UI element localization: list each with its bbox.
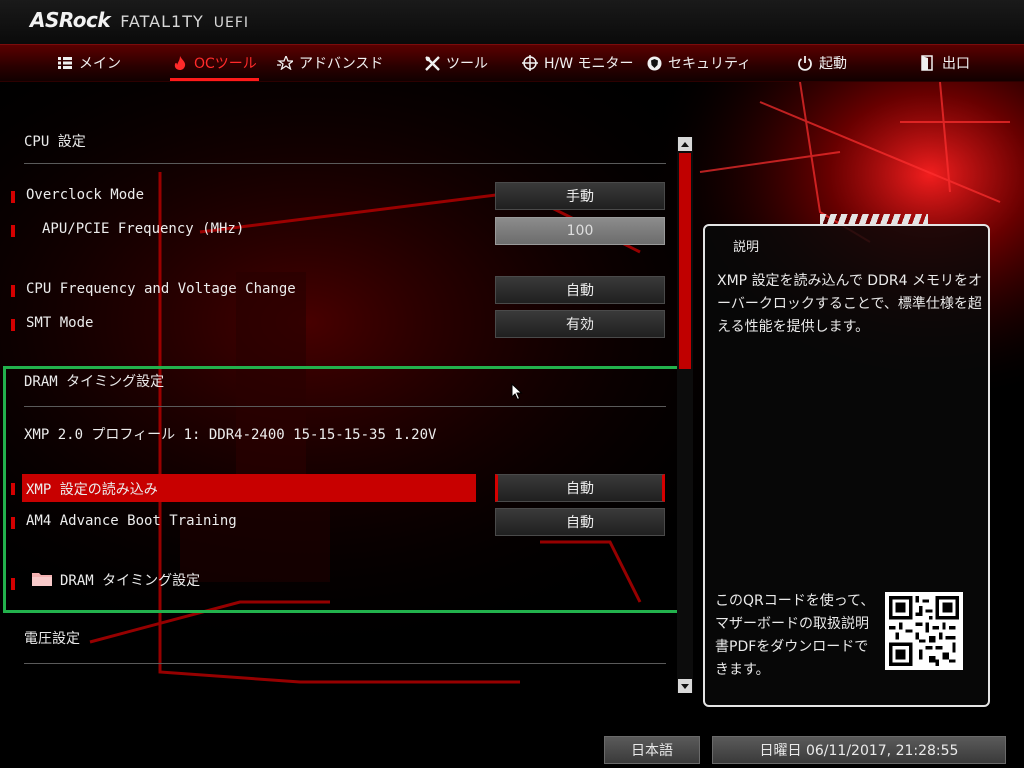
tab-boot[interactable]: 起動 — [797, 45, 847, 81]
tab-label: 起動 — [819, 56, 847, 72]
triangle-down-icon — [681, 683, 689, 689]
divider — [24, 663, 666, 664]
scroll-down-button[interactable] — [678, 679, 692, 693]
tab-tool[interactable]: ツール — [424, 45, 488, 81]
overclock-mode-label[interactable]: Overclock Mode — [26, 187, 144, 203]
logo-uefi: UEFI — [213, 15, 250, 31]
row-marker — [11, 578, 15, 590]
tab-advanced[interactable]: アドバンスド — [277, 45, 383, 81]
top-bar: ASRock FATAL1TY UEFI — [0, 0, 1024, 44]
divider — [24, 406, 666, 407]
help-panel: 説明 XMP 設定を読み込んで DDR4 メモリをオーバークロックすることで、標… — [703, 224, 990, 707]
tools-icon — [424, 55, 440, 71]
tab-security[interactable]: セキュリティ — [646, 45, 751, 81]
smt-mode-label[interactable]: SMT Mode — [26, 315, 93, 331]
language-button[interactable]: 日本語 — [604, 736, 700, 764]
smt-mode-value[interactable]: 有効 — [495, 310, 665, 338]
row-marker — [11, 319, 15, 331]
tab-label: アドバンスド — [299, 56, 384, 72]
tab-label: メイン — [79, 56, 121, 72]
row-marker — [11, 483, 15, 495]
tab-label: OCツール — [194, 56, 257, 72]
main-navigation: メイン OCツール アドバンスド ツール H/W モニター セキュリティ 起動 … — [0, 44, 1024, 82]
flame-icon — [172, 55, 188, 71]
row-marker — [11, 517, 15, 529]
triangle-up-icon — [681, 141, 689, 147]
tab-label: セキュリティ — [668, 56, 752, 72]
qr-code-icon — [889, 596, 959, 666]
date-time-display: 日曜日 06/11/2017, 21:28:55 — [712, 736, 1006, 764]
tab-main[interactable]: メイン — [57, 45, 121, 81]
am4-boot-training-label[interactable]: AM4 Advance Boot Training — [26, 513, 237, 529]
help-description: XMP 設定を読み込んで DDR4 メモリをオーバークロックすることで、標準仕様… — [717, 273, 982, 335]
voltage-section-title: 電圧設定 — [24, 631, 80, 647]
qr-code[interactable] — [885, 592, 963, 670]
cpu-section-title: CPU 設定 — [24, 134, 86, 150]
qr-description: このQRコードを使って、マザーボードの取扱説明書PDFをダウンロードできます。 — [715, 593, 875, 678]
brand-logo: ASRock FATAL1TY UEFI — [30, 8, 249, 36]
shield-icon — [646, 55, 662, 71]
overclock-mode-value[interactable]: 手動 — [495, 182, 665, 210]
help-panel-decoration — [820, 214, 928, 224]
tab-label: 出口 — [942, 56, 970, 72]
list-icon — [57, 55, 73, 71]
mouse-cursor-icon — [511, 383, 523, 401]
load-xmp-setting-value[interactable]: 自動 — [495, 474, 665, 502]
row-marker — [11, 191, 15, 203]
load-xmp-setting-label[interactable]: XMP 設定の読み込み — [26, 479, 158, 499]
dram-section-title: DRAM タイミング設定 — [24, 374, 165, 390]
tab-oc-tweaker[interactable]: OCツール — [170, 45, 259, 81]
am4-boot-training-value[interactable]: 自動 — [495, 508, 665, 536]
star-icon — [277, 55, 293, 71]
apu-pcie-frequency-label[interactable]: APU/PCIE Frequency (MHz) — [42, 221, 244, 237]
tab-exit[interactable]: 出口 — [920, 45, 970, 81]
cpu-frequency-voltage-value[interactable]: 自動 — [495, 276, 665, 304]
scrollbar[interactable] — [677, 137, 693, 693]
xmp-profile-info: XMP 2.0 プロフィール 1: DDR4-2400 15-15-15-35 … — [24, 427, 437, 443]
scrollbar-thumb[interactable] — [679, 153, 691, 369]
logo-product-line: FATAL1TY — [120, 12, 204, 31]
cpu-frequency-voltage-label[interactable]: CPU Frequency and Voltage Change — [26, 281, 296, 297]
tab-hw-monitor[interactable]: H/W モニター — [522, 45, 634, 81]
dram-timing-submenu[interactable]: DRAM タイミング設定 — [60, 570, 200, 590]
help-title: 説明 — [733, 240, 760, 255]
tab-label: H/W モニター — [544, 56, 634, 72]
row-marker — [11, 285, 15, 297]
scroll-up-button[interactable] — [678, 137, 692, 151]
tab-label: ツール — [446, 56, 488, 72]
crosshair-icon — [522, 55, 538, 71]
row-marker — [11, 225, 15, 237]
apu-pcie-frequency-input[interactable]: 100 — [495, 217, 665, 245]
divider — [24, 163, 666, 164]
exit-door-icon — [920, 55, 936, 71]
folder-icon — [32, 573, 52, 586]
logo-brand: ASRock — [30, 8, 111, 32]
power-icon — [797, 55, 813, 71]
